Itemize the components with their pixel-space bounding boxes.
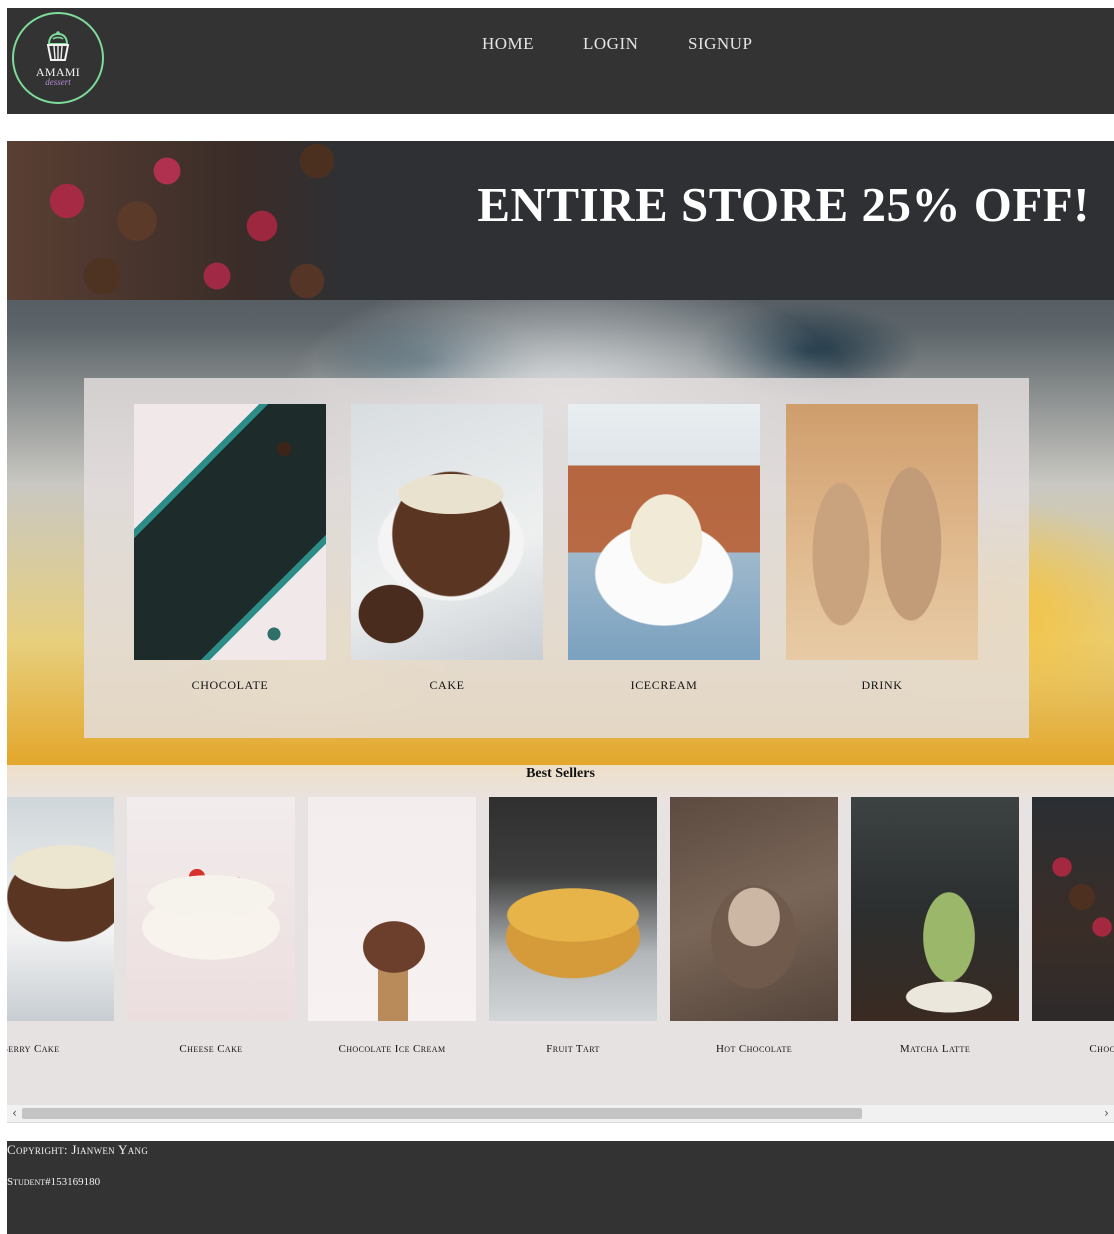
- category-panel: CHOCOLATE CAKE ICECREAM DRINK: [84, 378, 1029, 738]
- product-label: Matcha Latte: [899, 1043, 971, 1055]
- site-footer: Copyright: Jianwen Yang Student#15316918…: [7, 1141, 1114, 1234]
- category-card-cake[interactable]: CAKE: [351, 404, 543, 693]
- best-sellers-section: Best Sellers Berry Cake Cheese Cake Choc…: [7, 765, 1114, 1105]
- product-image[interactable]: [127, 797, 295, 1021]
- product-label: Chocolate Ice Cream: [338, 1043, 446, 1055]
- best-sellers-title: Best Sellers: [526, 766, 595, 781]
- nav-home-link[interactable]: HOME: [482, 34, 534, 54]
- copyright-text: Copyright: Jianwen Yang: [7, 1142, 149, 1157]
- promo-banner: ENTIRE STORE 25% OFF!: [7, 141, 1114, 300]
- product-image[interactable]: [308, 797, 476, 1021]
- product-label: Fruit Tart: [546, 1043, 600, 1055]
- category-card-icecream[interactable]: ICECREAM: [568, 404, 760, 693]
- logo-subtitle: dessert: [45, 76, 71, 87]
- product-image[interactable]: [851, 797, 1019, 1021]
- category-label: ICECREAM: [630, 678, 698, 692]
- logo[interactable]: AMAMI dessert: [12, 12, 104, 104]
- product-image[interactable]: [1032, 797, 1114, 1021]
- category-label: DRINK: [861, 678, 903, 692]
- product-label: Chocolate: [1089, 1043, 1114, 1055]
- product-card-hot-chocolate[interactable]: Hot Chocolate: [670, 797, 838, 1055]
- logo-name: AMAMI: [35, 64, 81, 79]
- product-label: Berry Cake: [7, 1043, 60, 1055]
- promo-banner-image: [7, 141, 347, 300]
- nav-signup-link[interactable]: SIGNUP: [688, 34, 752, 54]
- product-image[interactable]: [7, 797, 114, 1021]
- product-image[interactable]: [670, 797, 838, 1021]
- carousel-scrollbar[interactable]: ‹ ›: [7, 1105, 1114, 1123]
- category-image-chocolate[interactable]: [134, 404, 326, 660]
- category-image-icecream[interactable]: [568, 404, 760, 660]
- product-label: Hot Chocolate: [715, 1043, 793, 1055]
- category-image-cake[interactable]: [351, 404, 543, 660]
- category-image-drink[interactable]: [786, 404, 978, 660]
- main-nav: HOME LOGIN SIGNUP: [7, 34, 1114, 56]
- category-card-chocolate[interactable]: CHOCOLATE: [134, 404, 326, 693]
- category-card-drink[interactable]: DRINK: [786, 404, 978, 693]
- product-card-fruit-tart[interactable]: Fruit Tart: [489, 797, 657, 1055]
- product-image[interactable]: [489, 797, 657, 1021]
- product-card-matcha-latte[interactable]: Matcha Latte: [851, 797, 1019, 1055]
- nav-login-link[interactable]: LOGIN: [583, 34, 638, 54]
- product-carousel[interactable]: Berry Cake Cheese Cake Chocolate Ice Cre…: [7, 797, 1114, 1097]
- product-label: Cheese Cake: [179, 1043, 243, 1055]
- product-card-berry-cake[interactable]: Berry Cake: [7, 797, 114, 1055]
- scrollbar-thumb[interactable]: [22, 1108, 862, 1119]
- promo-title: ENTIRE STORE 25% OFF!: [477, 177, 1090, 232]
- site-header: AMAMI dessert HOME LOGIN SIGNUP: [7, 8, 1114, 114]
- category-label: CAKE: [429, 678, 465, 692]
- product-card-cheese-cake[interactable]: Cheese Cake: [127, 797, 295, 1055]
- hero-section: ENTIRE STORE 25% OFF! CHOCOLATE CAKE ICE…: [7, 141, 1114, 765]
- chevron-right-icon[interactable]: ›: [1099, 1105, 1114, 1122]
- product-card-chocolate-ice-cream[interactable]: Chocolate Ice Cream: [308, 797, 476, 1055]
- chevron-left-icon[interactable]: ‹: [7, 1105, 22, 1122]
- student-id-text: Student#153169180: [7, 1176, 101, 1188]
- product-card-chocolate[interactable]: Chocolate: [1032, 797, 1114, 1055]
- category-label: CHOCOLATE: [191, 678, 269, 692]
